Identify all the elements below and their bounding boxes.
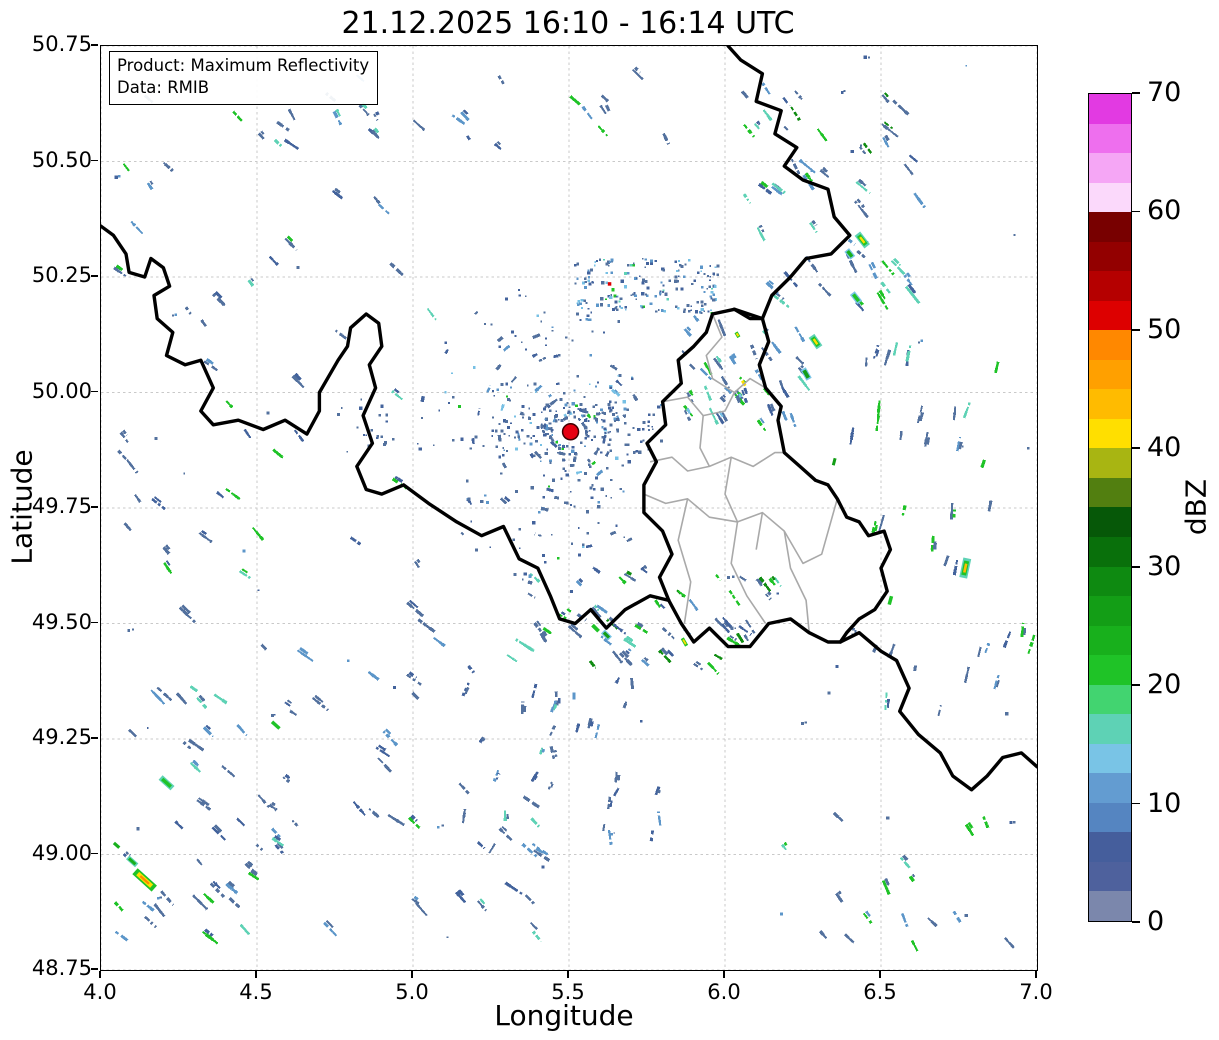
y-tick-label: 50.75 xyxy=(18,32,92,56)
colorbar-band xyxy=(1089,655,1131,685)
colorbar-tick-label: 10 xyxy=(1147,788,1181,820)
data-source-label: Data: RMIB xyxy=(117,77,369,99)
y-tick-mark xyxy=(91,275,98,277)
y-tick-mark xyxy=(91,506,98,508)
colorbar-tick-label: 70 xyxy=(1147,77,1181,109)
figure-title: 21.12.2025 16:10 - 16:14 UTC xyxy=(0,6,1136,41)
colorbar-band xyxy=(1089,360,1131,390)
colorbar-band xyxy=(1089,419,1131,449)
colorbar-tick-label: 30 xyxy=(1147,551,1181,583)
colorbar-band xyxy=(1089,183,1131,213)
y-tick-mark xyxy=(91,853,98,855)
y-tick-label: 49.50 xyxy=(18,610,92,634)
x-tick-mark xyxy=(255,971,257,978)
colorbar-band xyxy=(1089,507,1131,537)
colorbar-band xyxy=(1089,124,1131,154)
x-tick-mark xyxy=(567,971,569,978)
y-tick-label: 48.75 xyxy=(18,956,92,980)
x-tick-label: 5.0 xyxy=(382,980,442,1004)
colorbar-band xyxy=(1089,389,1131,419)
colorbar-band xyxy=(1089,744,1131,774)
colorbar-tick-label: 20 xyxy=(1147,669,1181,701)
x-tick-label: 6.5 xyxy=(850,980,910,1004)
colorbar-band xyxy=(1089,832,1131,862)
echo-layer xyxy=(114,56,1034,952)
colorbar-band xyxy=(1089,891,1131,921)
colorbar-tick-mark xyxy=(1132,211,1140,213)
colorbar-tick-mark xyxy=(1132,566,1140,568)
colorbar-tick-label: 60 xyxy=(1147,195,1181,227)
x-tick-mark xyxy=(99,971,101,978)
x-tick-label: 6.0 xyxy=(694,980,754,1004)
colorbar-band xyxy=(1089,537,1131,567)
map-plot-area xyxy=(100,45,1038,971)
y-tick-mark xyxy=(91,737,98,739)
colorbar-band xyxy=(1089,94,1131,124)
colorbar-tick-mark xyxy=(1132,92,1140,94)
colorbar xyxy=(1088,93,1132,922)
colorbar-band xyxy=(1089,773,1131,803)
y-tick-mark xyxy=(91,391,98,393)
colorbar-tick-label: 50 xyxy=(1147,314,1181,346)
colorbar-band xyxy=(1089,685,1131,715)
y-tick-label: 50.50 xyxy=(18,148,92,172)
radar-location-marker xyxy=(563,424,579,440)
radar-figure: 21.12.2025 16:10 - 16:14 UTC Product: Ma… xyxy=(0,0,1219,1040)
colorbar-tick-mark xyxy=(1132,921,1140,923)
y-tick-mark xyxy=(91,160,98,162)
y-tick-mark xyxy=(91,968,98,970)
colorbar-tick-mark xyxy=(1132,329,1140,331)
x-tick-label: 7.0 xyxy=(1006,980,1066,1004)
x-tick-label: 5.5 xyxy=(538,980,598,1004)
y-tick-label: 50.25 xyxy=(18,263,92,287)
product-label: Product: Maximum Reflectivity xyxy=(117,55,369,77)
x-tick-mark xyxy=(879,971,881,978)
colorbar-band xyxy=(1089,862,1131,892)
grid-lines xyxy=(101,46,1037,970)
y-tick-mark xyxy=(91,622,98,624)
colorbar-band xyxy=(1089,567,1131,597)
x-tick-mark xyxy=(1035,971,1037,978)
colorbar-tick-mark xyxy=(1132,447,1140,449)
colorbar-band xyxy=(1089,596,1131,626)
colorbar-tick-label: 40 xyxy=(1147,432,1181,464)
y-tick-label: 49.00 xyxy=(18,841,92,865)
colorbar-band xyxy=(1089,448,1131,478)
colorbar-band xyxy=(1089,714,1131,744)
radar-map-canvas xyxy=(101,46,1037,970)
colorbar-tick-mark xyxy=(1132,684,1140,686)
x-tick-label: 4.0 xyxy=(70,980,130,1004)
colorbar-tick-mark xyxy=(1132,803,1140,805)
colorbar-band xyxy=(1089,153,1131,183)
colorbar-band xyxy=(1089,626,1131,656)
colorbar-band xyxy=(1089,271,1131,301)
x-tick-label: 4.5 xyxy=(226,980,286,1004)
x-tick-mark xyxy=(723,971,725,978)
product-info-box: Product: Maximum Reflectivity Data: RMIB xyxy=(109,51,378,105)
colorbar-band xyxy=(1089,803,1131,833)
colorbar-band xyxy=(1089,478,1131,508)
feature-echo-layer xyxy=(114,234,967,889)
y-tick-mark xyxy=(91,44,98,46)
y-tick-label: 50.00 xyxy=(18,379,92,403)
colorbar-band xyxy=(1089,242,1131,272)
colorbar-band xyxy=(1089,212,1131,242)
y-tick-label: 49.75 xyxy=(18,494,92,518)
colorbar-band xyxy=(1089,301,1131,331)
x-tick-mark xyxy=(411,971,413,978)
y-tick-label: 49.25 xyxy=(18,725,92,749)
colorbar-band xyxy=(1089,330,1131,360)
colorbar-tick-label: 0 xyxy=(1147,906,1164,938)
colorbar-label: dBZ xyxy=(1180,479,1213,535)
